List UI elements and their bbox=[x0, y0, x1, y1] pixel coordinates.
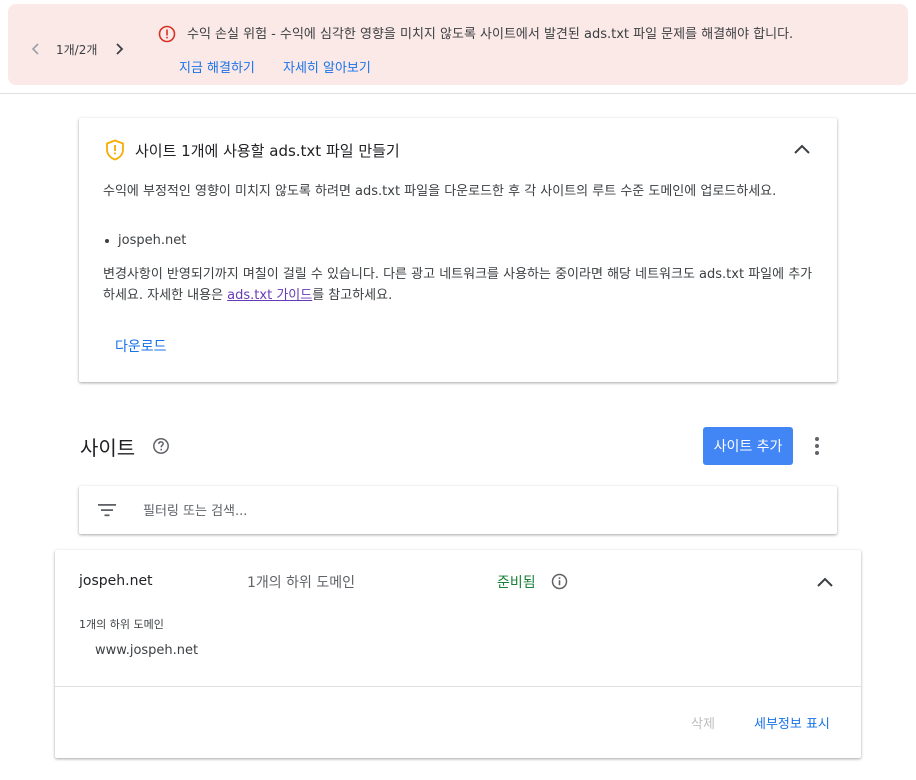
ads-txt-card: 사이트 1개에 사용할 ads.txt 파일 만들기 수익에 부정적인 영향이 … bbox=[79, 118, 837, 382]
card-description: 수익에 부정적인 영향이 미치지 않도록 하려면 ads.txt 파일을 다운로… bbox=[103, 184, 777, 199]
error-icon bbox=[158, 25, 176, 43]
filter-search-bar[interactable]: 필터링 또는 검색... bbox=[79, 486, 837, 534]
add-site-button[interactable]: 사이트 추가 bbox=[703, 427, 793, 465]
site-domain: jospeh.net bbox=[79, 573, 153, 589]
show-details-button[interactable]: 세부정보 표시 bbox=[754, 713, 830, 732]
note-text-end: 를 참고하세요. bbox=[312, 288, 393, 303]
card-note: 변경사항이 반영되기까지 며칠이 걸릴 수 있습니다. 다른 광고 네트워크를 … bbox=[103, 264, 817, 306]
delete-button[interactable]: 삭제 bbox=[691, 713, 715, 732]
more-vert-icon[interactable] bbox=[810, 436, 824, 456]
learn-more-link[interactable]: 자세히 알아보기 bbox=[283, 57, 371, 76]
sites-title: 사이트 bbox=[80, 436, 136, 460]
divider bbox=[0, 93, 916, 94]
list-item: jospeh.net bbox=[103, 233, 186, 248]
info-icon[interactable] bbox=[551, 573, 568, 590]
fix-now-link[interactable]: 지금 해결하기 bbox=[179, 57, 255, 76]
site-row-card: jospeh.net 1개의 하위 도메인 준비됨 1개의 하위 도메인 www… bbox=[55, 550, 861, 758]
bullet-dot bbox=[105, 238, 109, 243]
filter-icon[interactable] bbox=[97, 502, 117, 518]
ads-txt-guide-link[interactable]: ads.txt 가이드 bbox=[227, 288, 312, 303]
download-button[interactable]: 다운로드 bbox=[115, 336, 167, 356]
alert-banner: 1개/2개 수익 손실 위험 - 수익에 심각한 영향을 미치지 않도록 사이트… bbox=[8, 4, 908, 85]
subdomains-label: 1개의 하위 도메인 bbox=[79, 618, 164, 631]
chevron-left-icon[interactable] bbox=[28, 41, 44, 57]
subdomain-count: 1개의 하위 도메인 bbox=[247, 575, 355, 591]
banner-pager: 1개/2개 bbox=[28, 34, 127, 64]
pager-count: 1개/2개 bbox=[56, 42, 98, 57]
bullet-text: jospeh.net bbox=[118, 233, 187, 248]
help-icon[interactable] bbox=[152, 437, 170, 455]
search-input[interactable]: 필터링 또는 검색... bbox=[143, 500, 247, 519]
status-badge: 준비됨 bbox=[497, 575, 536, 591]
divider bbox=[55, 686, 861, 687]
shield-warning-icon bbox=[106, 139, 124, 161]
chevron-up-icon[interactable] bbox=[816, 575, 834, 589]
chevron-right-icon[interactable] bbox=[111, 41, 127, 57]
alert-message: 수익 손실 위험 - 수익에 심각한 영향을 미치지 않도록 사이트에서 발견된… bbox=[187, 27, 794, 42]
subdomain-item: www.jospeh.net bbox=[95, 643, 199, 658]
card-title: 사이트 1개에 사용할 ads.txt 파일 만들기 bbox=[135, 142, 400, 160]
chevron-up-icon[interactable] bbox=[793, 142, 811, 156]
note-text: 변경사항이 반영되기까지 며칠이 걸릴 수 있습니다. 다른 광고 네트워크를 … bbox=[103, 267, 813, 303]
